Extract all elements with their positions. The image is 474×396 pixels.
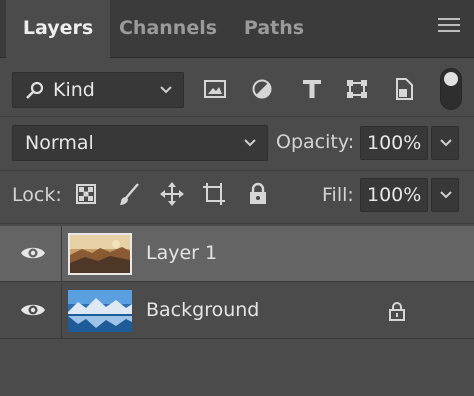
lock-artboard-icon[interactable]: [202, 182, 226, 206]
search-icon: [26, 81, 44, 99]
visibility-column: [0, 226, 62, 282]
layer-thumbnail[interactable]: [68, 290, 132, 332]
divider: [0, 223, 474, 224]
filter-kind-select[interactable]: Kind: [12, 72, 184, 108]
visibility-column: [0, 283, 62, 339]
lock-image-pixels-icon[interactable]: [118, 182, 140, 206]
lock-label: Lock:: [12, 184, 62, 206]
type-filter-icon[interactable]: [302, 79, 322, 99]
image-filter-icon[interactable]: [204, 80, 226, 98]
blend-mode-value: Normal: [25, 132, 94, 154]
lock-icon[interactable]: [388, 301, 406, 321]
layer-row-background[interactable]: Background: [0, 283, 474, 339]
chevron-down-icon: [244, 139, 256, 147]
fill-input[interactable]: 100%: [360, 178, 428, 212]
eye-icon[interactable]: [20, 301, 46, 319]
chevron-down-icon: [160, 86, 172, 94]
panel-menu-icon[interactable]: [438, 18, 460, 38]
filter-kind-label: Kind: [53, 79, 95, 101]
fill-label: Fill:: [322, 184, 354, 206]
opacity-value: 100%: [367, 132, 422, 154]
adjustment-filter-icon[interactable]: [252, 79, 272, 99]
layer-name[interactable]: Background: [146, 299, 259, 321]
smart-object-filter-icon[interactable]: [394, 78, 414, 100]
background-thumbnail-image: [68, 290, 132, 332]
filter-toggle[interactable]: [440, 68, 462, 110]
blend-mode-select[interactable]: Normal: [12, 125, 268, 161]
layer-row-layer-1[interactable]: Layer 1: [0, 226, 474, 282]
fill-value: 100%: [367, 184, 422, 206]
layer-thumbnail[interactable]: [68, 233, 132, 275]
chevron-down-icon: [440, 191, 452, 199]
opacity-input[interactable]: 100%: [360, 126, 428, 160]
eye-icon[interactable]: [20, 244, 46, 262]
tab-paths[interactable]: Paths: [232, 0, 316, 58]
chevron-down-icon: [440, 139, 452, 147]
divider: [0, 116, 474, 117]
layer-name[interactable]: Layer 1: [146, 242, 217, 264]
lock-transparent-pixels-icon[interactable]: [76, 184, 96, 204]
lock-all-icon[interactable]: [248, 182, 268, 206]
opacity-label: Opacity:: [276, 131, 355, 153]
tab-channels[interactable]: Channels: [110, 0, 226, 58]
layer-1-thumbnail-image: [70, 235, 130, 273]
panel-tab-bar: Layers Channels Paths: [0, 0, 474, 59]
tab-layers[interactable]: Layers: [6, 0, 110, 59]
opacity-dropdown-button[interactable]: [431, 126, 459, 160]
lock-position-icon[interactable]: [160, 182, 184, 206]
divider: [0, 170, 474, 171]
fill-dropdown-button[interactable]: [431, 178, 459, 212]
shape-filter-icon[interactable]: [346, 79, 368, 99]
